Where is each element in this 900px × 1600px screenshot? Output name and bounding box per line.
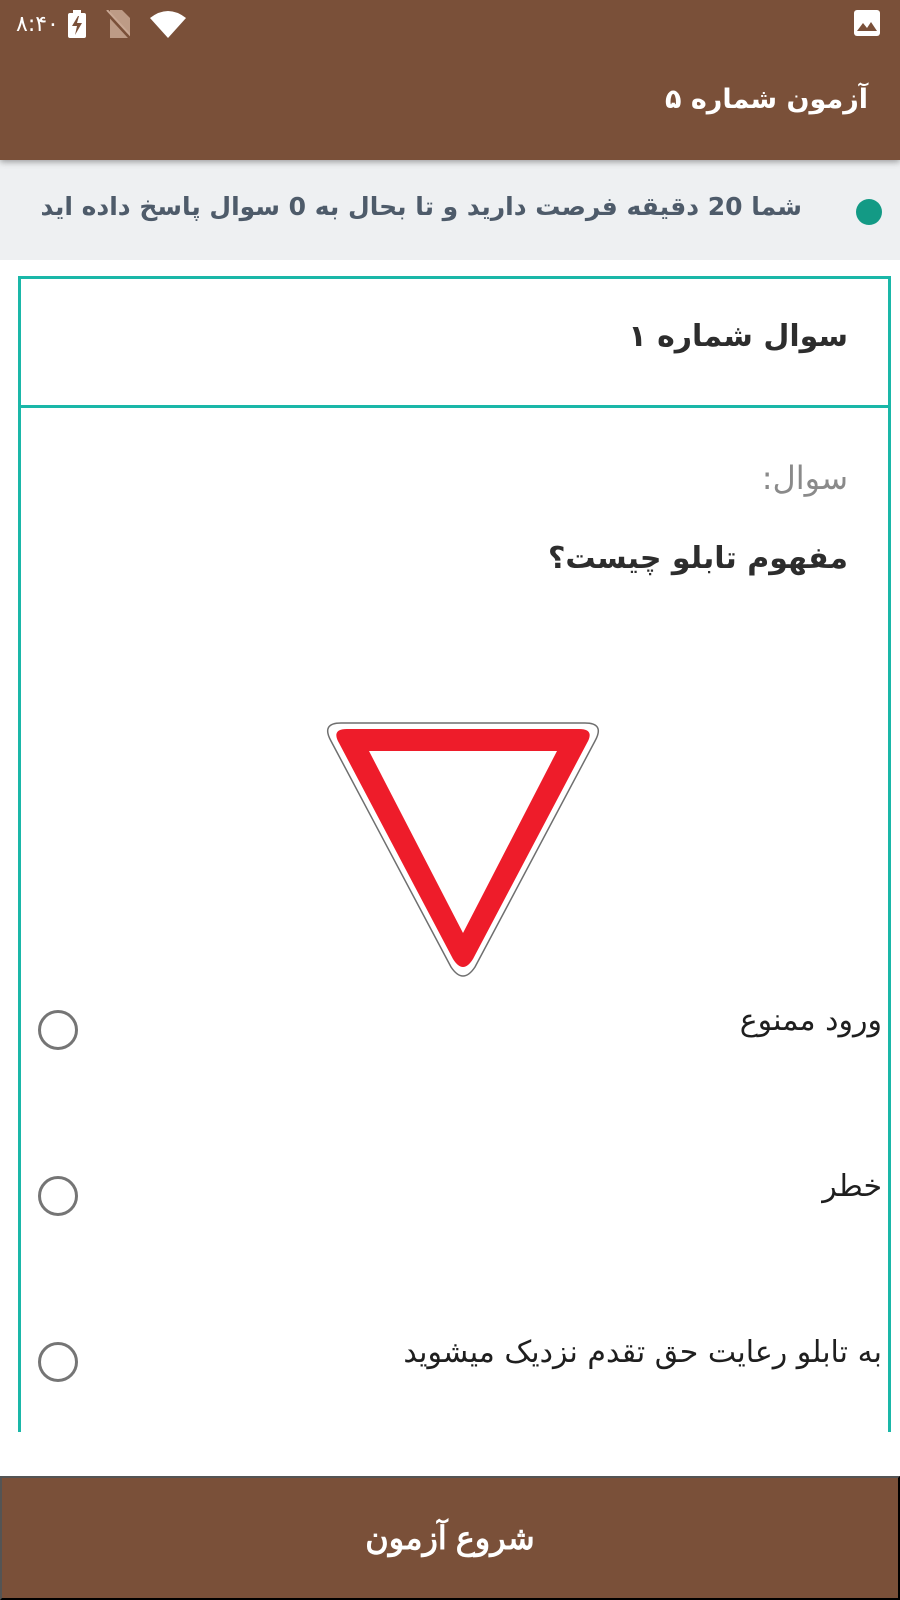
no-sim-icon (104, 9, 132, 42)
status-dot-icon (856, 199, 882, 225)
app-bar: ۸:۴۰ آزمون شماره ۵ (0, 0, 900, 160)
page-title: آزمون شماره ۵ (664, 84, 868, 115)
question-label: سوال: (761, 459, 848, 497)
battery-charging-icon (68, 10, 86, 42)
status-icons (68, 9, 186, 42)
answer-option-2[interactable]: خطر (21, 1163, 888, 1233)
wifi-icon (150, 10, 186, 42)
answer-option-1[interactable]: ورود ممنوع (21, 997, 888, 1067)
answer-option-label: ورود ممنوع (739, 1003, 882, 1038)
radio-button[interactable] (38, 1176, 78, 1216)
status-time: ۸:۴۰ (16, 12, 59, 37)
footer-spacer (0, 1432, 900, 1476)
question-text: مفهوم تابلو چیست؟ (547, 541, 848, 576)
question-card: سوال شماره ۱ سوال: مفهوم تابلو چیست؟ ورو… (18, 276, 891, 1456)
radio-button[interactable] (38, 1010, 78, 1050)
answer-option-label: خطر (822, 1169, 882, 1204)
image-notification-icon (854, 10, 880, 40)
answer-option-3[interactable]: به تابلو رعایت حق تقدم نزدیک میشوید (21, 1329, 888, 1399)
question-card-header: سوال شماره ۱ (21, 279, 888, 408)
start-exam-button[interactable]: شروع آزمون (0, 1476, 900, 1600)
answer-option-label: به تابلو رعایت حق تقدم نزدیک میشوید (403, 1335, 882, 1370)
radio-button[interactable] (38, 1342, 78, 1382)
question-number: سوال شماره ۱ (628, 319, 848, 354)
time-remaining-text: شما 20 دقیقه فرصت دارید و تا بحال به 0 س… (40, 192, 802, 221)
status-bar: ۸:۴۰ (0, 0, 900, 50)
yield-sign-icon (323, 713, 603, 983)
